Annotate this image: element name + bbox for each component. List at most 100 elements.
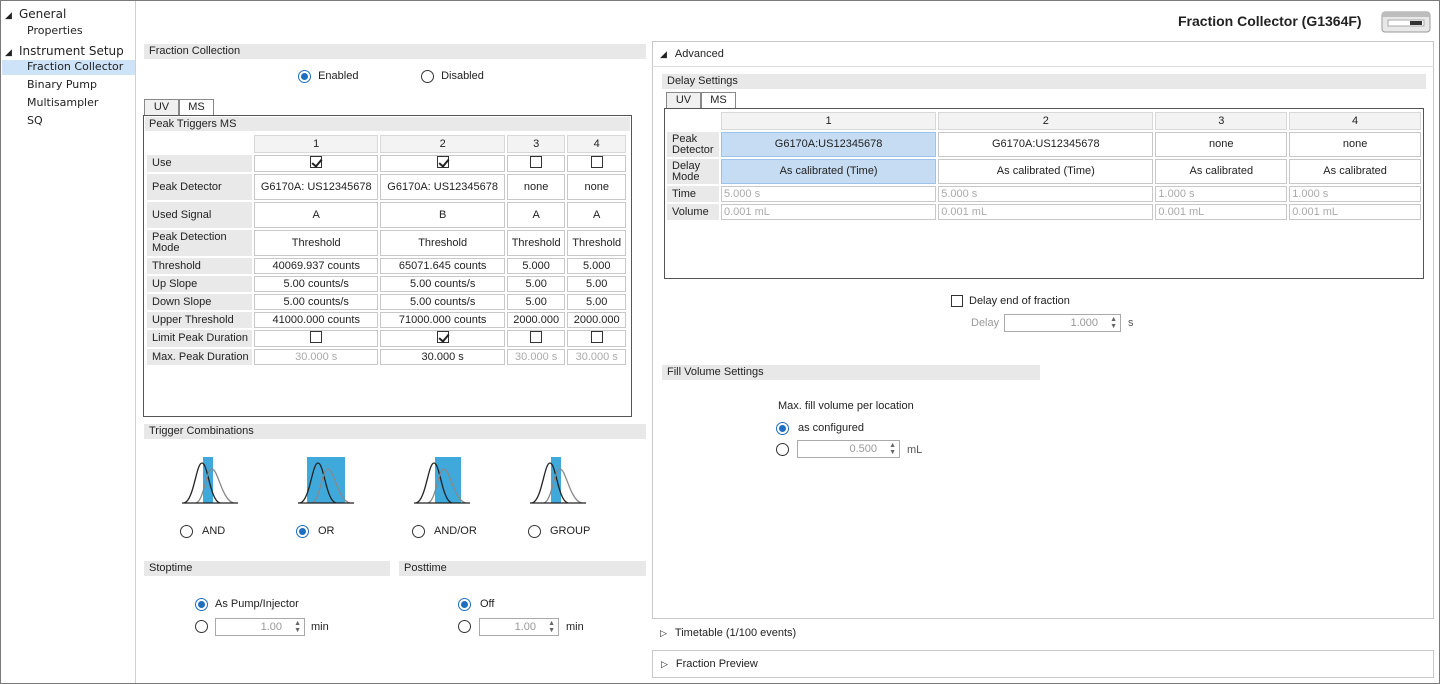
advanced-expander[interactable]: ◢ Advanced — [652, 41, 1434, 67]
table-cell[interactable]: 41000.000 counts — [254, 312, 379, 328]
expand-triangle-icon[interactable]: ▷ — [660, 628, 667, 638]
timetable-expander[interactable]: ▷ Timetable (1/100 events) — [652, 620, 1434, 646]
tree-item-fraction-collector[interactable]: Fraction Collector — [2, 60, 135, 75]
table-cell[interactable]: 30.000 s — [567, 349, 626, 365]
delay-value-stepper[interactable]: 1.000 ▲ ▼ — [1004, 314, 1121, 332]
table-cell[interactable]: 30.000 s — [506, 349, 566, 365]
and-option[interactable]: AND — [180, 525, 225, 538]
table-cell[interactable]: 30.000 s — [254, 349, 379, 365]
checkbox[interactable] — [590, 156, 603, 168]
table-cell[interactable]: As calibrated (Time) — [721, 159, 937, 184]
table-cell[interactable]: 5.00 counts/s — [254, 276, 379, 292]
checkbox[interactable] — [530, 331, 543, 343]
table-cell[interactable]: Threshold — [254, 230, 379, 256]
checkbox[interactable] — [530, 156, 543, 168]
table-checkbox-cell[interactable] — [506, 155, 566, 172]
tab-uv[interactable]: UV — [144, 99, 179, 116]
table-cell[interactable]: none — [506, 174, 566, 200]
spin-arrows-icon[interactable]: ▲ ▼ — [1110, 316, 1117, 330]
fill-custom-option[interactable] — [776, 443, 789, 456]
collapse-triangle-icon[interactable]: ◢ — [5, 11, 19, 21]
posttime-value-stepper[interactable]: 1.00 ▲ ▼ — [479, 618, 559, 636]
table-cell[interactable]: G6170A: US12345678 — [380, 174, 505, 200]
table-cell[interactable]: As calibrated — [1155, 159, 1288, 184]
or-radio[interactable] — [296, 525, 309, 538]
table-cell[interactable]: 0.001 mL — [1155, 204, 1288, 220]
table-cell[interactable]: 5.00 — [506, 294, 566, 310]
table-checkbox-cell[interactable] — [506, 330, 566, 347]
stoptime-custom-radio[interactable] — [195, 620, 208, 633]
table-cell[interactable]: 1.000 s — [1155, 186, 1288, 202]
expand-triangle-icon[interactable]: ▷ — [661, 659, 668, 669]
checkbox[interactable] — [310, 331, 323, 343]
table-cell[interactable]: B — [380, 202, 505, 228]
tab-delay-uv[interactable]: UV — [666, 92, 701, 109]
table-cell[interactable]: 2000.000 — [506, 312, 566, 328]
disabled-option[interactable]: Disabled — [421, 70, 484, 83]
disabled-radio[interactable] — [421, 70, 434, 83]
checkbox[interactable] — [310, 156, 323, 168]
table-cell[interactable]: 5.00 — [567, 276, 626, 292]
fill-as-configured-option[interactable]: as configured — [776, 422, 864, 435]
table-cell[interactable]: 5.00 — [506, 276, 566, 292]
collapse-triangle-icon[interactable]: ◢ — [5, 48, 19, 58]
and-or-radio[interactable] — [412, 525, 425, 538]
tree-item-sq[interactable]: SQ — [27, 114, 43, 127]
table-cell[interactable]: Threshold — [567, 230, 626, 256]
table-cell[interactable]: 5.00 counts/s — [254, 294, 379, 310]
table-cell[interactable]: G6170A:US12345678 — [721, 132, 937, 157]
table-cell[interactable]: 71000.000 counts — [380, 312, 505, 328]
tree-item-multisampler[interactable]: Multisampler — [27, 96, 98, 109]
table-checkbox-cell[interactable] — [254, 155, 379, 172]
tree-node-general[interactable]: ◢ General — [5, 7, 66, 21]
tab-ms[interactable]: MS — [179, 99, 214, 116]
group-option[interactable]: GROUP — [528, 525, 590, 538]
table-cell[interactable]: none — [567, 174, 626, 200]
checkbox[interactable] — [436, 156, 449, 168]
posttime-custom-option[interactable] — [458, 620, 471, 633]
table-cell[interactable]: Threshold — [380, 230, 505, 256]
table-cell[interactable]: 5.00 — [567, 294, 626, 310]
fill-volume-stepper[interactable]: 0.500 ▲ ▼ — [797, 440, 900, 458]
spin-arrows-icon[interactable]: ▲ ▼ — [548, 620, 555, 634]
posttime-off-option[interactable]: Off — [458, 598, 494, 611]
table-cell[interactable]: A — [254, 202, 379, 228]
posttime-off-radio[interactable] — [458, 598, 471, 611]
group-radio[interactable] — [528, 525, 541, 538]
stoptime-value-stepper[interactable]: 1.00 ▲ ▼ — [215, 618, 305, 636]
table-cell[interactable]: none — [1155, 132, 1288, 157]
table-cell[interactable]: 5.00 counts/s — [380, 294, 505, 310]
table-cell[interactable]: A — [567, 202, 626, 228]
enabled-radio[interactable] — [298, 70, 311, 83]
fill-as-configured-radio[interactable] — [776, 422, 789, 435]
checkbox[interactable] — [590, 331, 603, 343]
table-cell[interactable]: A — [506, 202, 566, 228]
fraction-preview-expander[interactable]: ▷ Fraction Preview — [652, 650, 1434, 678]
table-cell[interactable]: 2000.000 — [567, 312, 626, 328]
stoptime-pump-option[interactable]: As Pump/Injector — [195, 598, 299, 611]
fill-custom-radio[interactable] — [776, 443, 789, 456]
table-checkbox-cell[interactable] — [254, 330, 379, 347]
delay-end-option[interactable]: Delay end of fraction — [951, 295, 1070, 308]
delay-end-checkbox[interactable] — [951, 295, 963, 308]
spin-arrows-icon[interactable]: ▲ ▼ — [294, 620, 301, 634]
table-cell[interactable]: As calibrated (Time) — [938, 159, 1154, 184]
posttime-custom-radio[interactable] — [458, 620, 471, 633]
enabled-option[interactable]: Enabled — [298, 70, 358, 83]
table-cell[interactable]: 1.000 s — [1289, 186, 1421, 202]
table-cell[interactable]: G6170A: US12345678 — [254, 174, 379, 200]
table-cell[interactable]: 0.001 mL — [721, 204, 937, 220]
and-or-option[interactable]: AND/OR — [412, 525, 477, 538]
table-checkbox-cell[interactable] — [380, 330, 505, 347]
table-cell[interactable]: 40069.937 counts — [254, 258, 379, 274]
spin-arrows-icon[interactable]: ▲ ▼ — [889, 442, 896, 456]
table-cell[interactable]: 0.001 mL — [1289, 204, 1421, 220]
and-radio[interactable] — [180, 525, 193, 538]
checkbox[interactable] — [436, 331, 449, 343]
table-cell[interactable]: 5.000 s — [938, 186, 1154, 202]
stoptime-custom-option[interactable] — [195, 620, 208, 633]
table-checkbox-cell[interactable] — [567, 330, 626, 347]
table-cell[interactable]: 5.00 counts/s — [380, 276, 505, 292]
table-cell[interactable]: 0.001 mL — [938, 204, 1154, 220]
table-checkbox-cell[interactable] — [567, 155, 626, 172]
